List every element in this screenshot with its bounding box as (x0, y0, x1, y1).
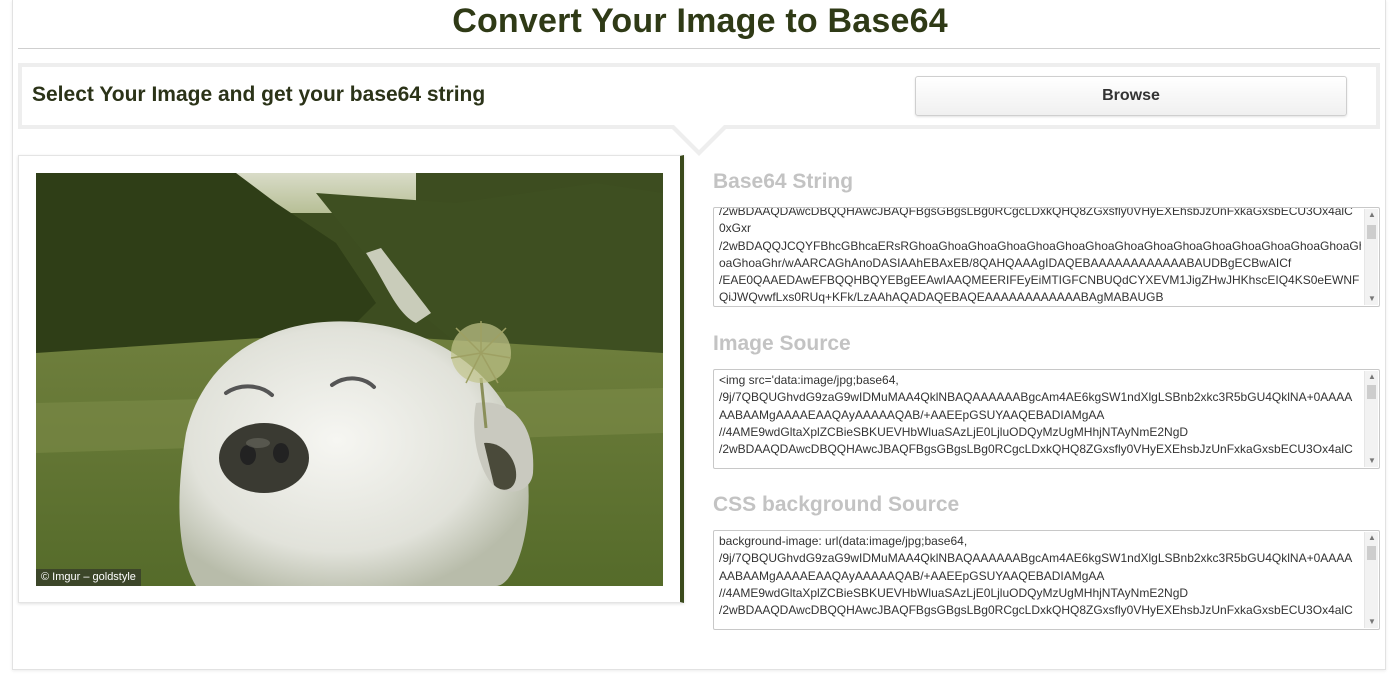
select-image-panel: Select Your Image and get your base64 st… (18, 63, 1380, 129)
scroll-down-arrow-icon[interactable]: ▼ (1365, 616, 1379, 628)
image-preview: © Imgur – goldstyle (36, 173, 663, 586)
select-instruction: Select Your Image and get your base64 st… (32, 83, 486, 106)
title-divider (18, 48, 1380, 49)
scrollbar-thumb[interactable] (1367, 225, 1376, 239)
css-background-source-scrollbar[interactable]: ▲ ▼ (1364, 532, 1378, 628)
image-source-label: Image Source (713, 332, 851, 355)
browse-button[interactable]: Browse (915, 76, 1347, 116)
scrollbar-thumb[interactable] (1367, 546, 1376, 560)
base64-string-output[interactable]: /2wBDAAQDAwcDBQQHAwcJBAQFBgsGBgsLBg0RCgc… (713, 207, 1380, 307)
base64-string-text: /2wBDAAQDAwcDBQQHAwcJBAQFBgsGBgsLBg0RCgc… (719, 207, 1361, 305)
scrollbar-thumb[interactable] (1367, 385, 1376, 399)
scroll-down-arrow-icon[interactable]: ▼ (1365, 455, 1379, 467)
image-source-output[interactable]: <img src='data:image/jpg;base64, /9j/7QB… (713, 369, 1380, 469)
image-preview-card: © Imgur – goldstyle (18, 155, 684, 603)
scroll-up-arrow-icon[interactable]: ▲ (1365, 532, 1379, 544)
image-source-scrollbar[interactable]: ▲ ▼ (1364, 371, 1378, 467)
scroll-up-arrow-icon[interactable]: ▲ (1365, 371, 1379, 383)
scroll-down-arrow-icon[interactable]: ▼ (1365, 293, 1379, 305)
css-background-source-text: background-image: url(data:image/jpg;bas… (719, 534, 1353, 618)
panel-pointer-arrow (668, 125, 730, 156)
base64-string-label: Base64 String (713, 170, 854, 193)
page-title: Convert Your Image to Base64 (452, 2, 948, 40)
scroll-up-arrow-icon[interactable]: ▲ (1365, 209, 1379, 221)
dog-photo (36, 173, 663, 586)
base64-string-scrollbar[interactable]: ▲ ▼ (1364, 209, 1378, 305)
image-credit: © Imgur – goldstyle (36, 569, 141, 586)
image-source-text: <img src='data:image/jpg;base64, /9j/7QB… (719, 373, 1353, 457)
css-background-source-label: CSS background Source (713, 493, 960, 516)
css-background-source-output[interactable]: background-image: url(data:image/jpg;bas… (713, 530, 1380, 630)
